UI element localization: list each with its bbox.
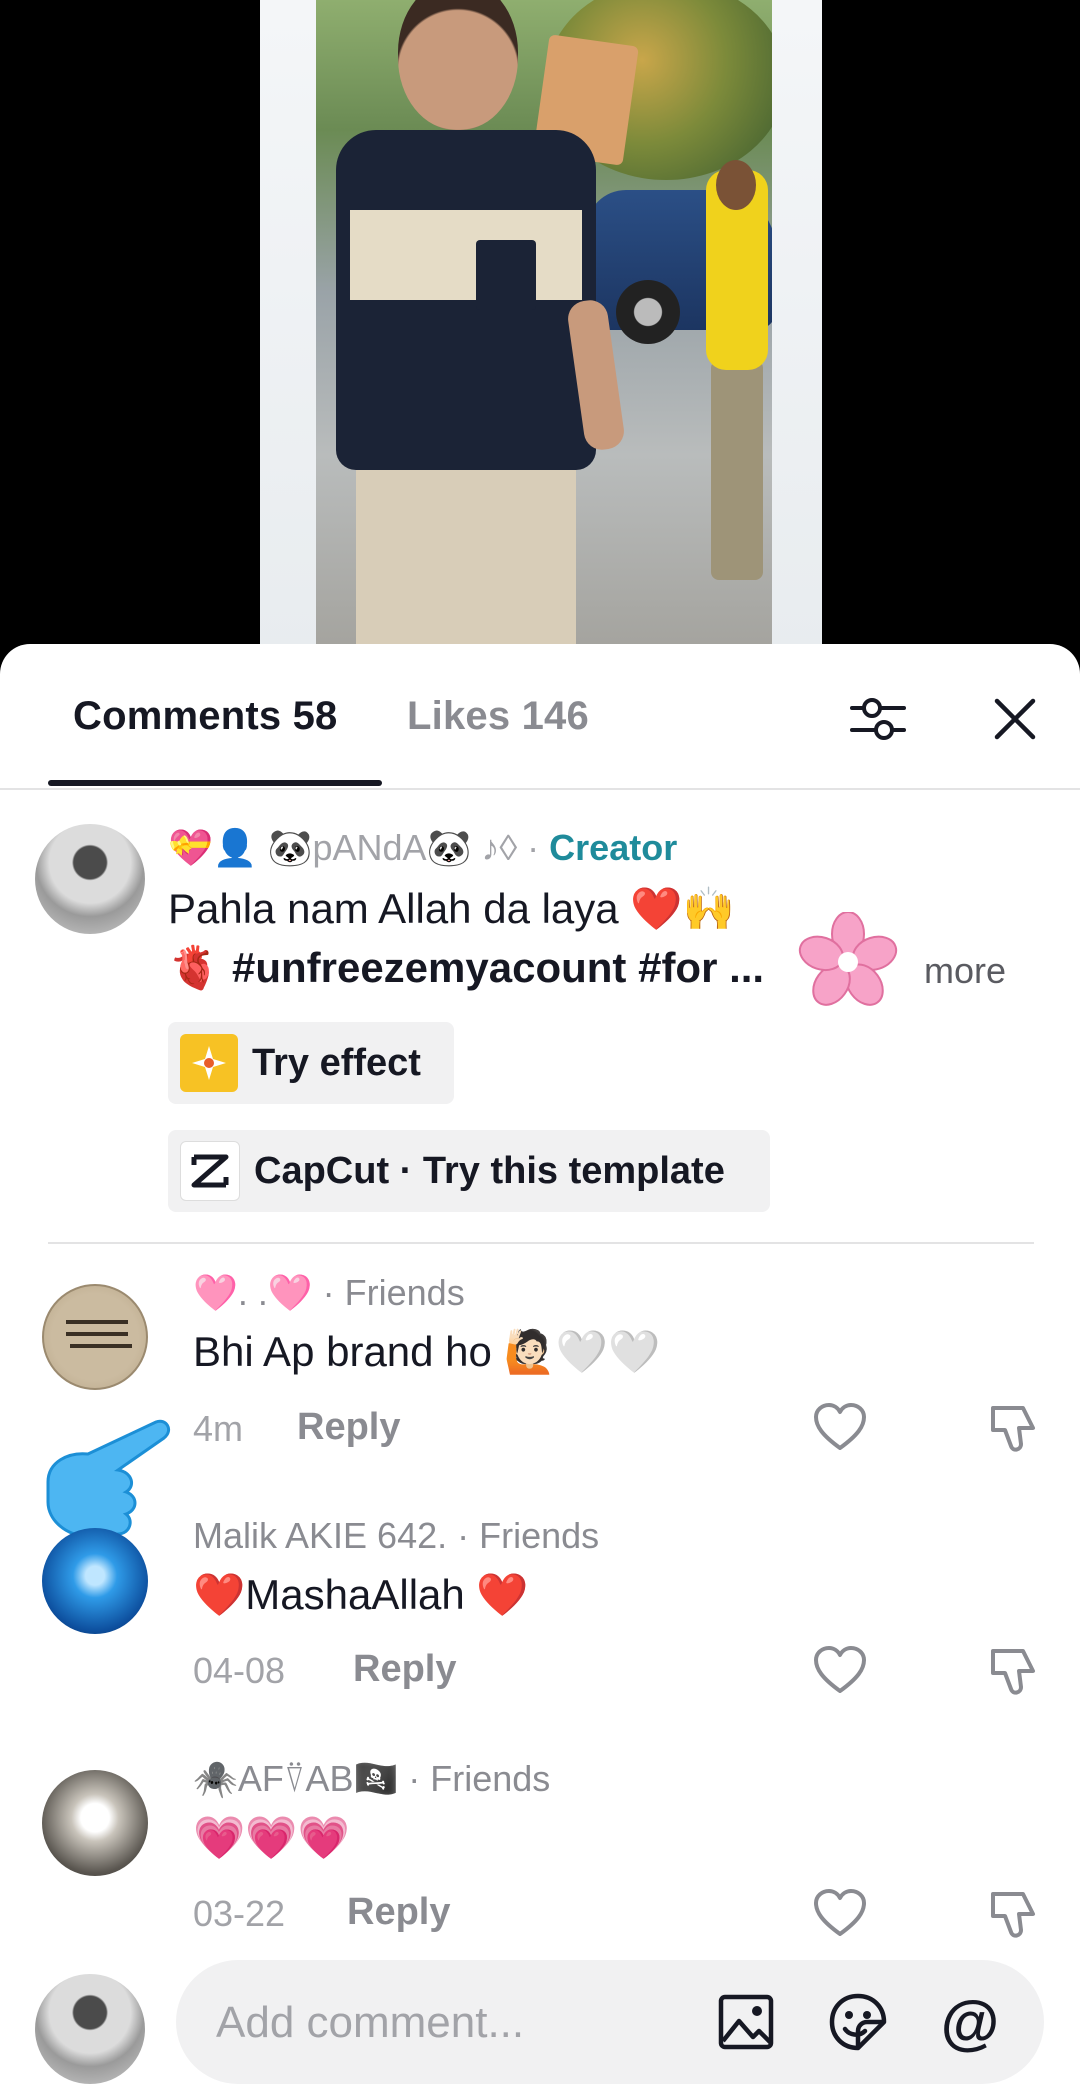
video-player[interactable] <box>0 0 1080 660</box>
tab-likes[interactable]: Likes 146 <box>407 694 589 739</box>
my-avatar <box>35 1974 145 2084</box>
dislike-icon[interactable] <box>985 1886 1041 1942</box>
creator-comment-hashtags[interactable]: 🫀 #unfreezemyacount #for ... <box>168 944 764 993</box>
creator-badge: Creator <box>549 827 678 868</box>
capcut-template-button[interactable]: CapCut · Try this template <box>168 1130 770 1212</box>
tab-comments[interactable]: Comments 58 <box>73 694 338 739</box>
reply-button[interactable]: Reply <box>347 1891 450 1934</box>
creator-comment-line1: Pahla nam Allah da laya ❤️🙌 <box>168 885 735 932</box>
creator-avatar[interactable] <box>35 824 145 934</box>
like-heart-icon[interactable] <box>812 1643 868 1699</box>
creator-divider <box>48 1242 1034 1244</box>
capcut-template-label: CapCut · Try this template <box>254 1149 725 1192</box>
comment-text: Bhi Ap brand ho 🙋🏻🤍🤍 <box>193 1328 661 1375</box>
comment-time: 04-08 <box>193 1650 286 1691</box>
comment-text: 💗💗💗 <box>193 1814 350 1861</box>
commenter-avatar[interactable] <box>42 1770 148 1876</box>
comment-username[interactable]: 🩷. .🩷 · Friends <box>193 1272 465 1314</box>
comment-time: 03-22 <box>193 1893 286 1934</box>
effect-sparkle-icon <box>180 1034 238 1092</box>
try-effect-label: Try effect <box>252 1041 421 1084</box>
comment-input-bar[interactable]: Add comment... @ <box>176 1960 1044 2084</box>
flower-sticker-icon <box>798 912 898 1006</box>
video-thumbnail <box>316 0 772 650</box>
image-icon[interactable] <box>714 1990 778 2054</box>
like-heart-icon[interactable] <box>812 1886 868 1942</box>
dislike-icon[interactable] <box>985 1400 1041 1456</box>
reply-button[interactable]: Reply <box>353 1648 456 1691</box>
commenter-avatar[interactable] <box>42 1528 148 1634</box>
reply-button[interactable]: Reply <box>297 1406 400 1449</box>
comment-input[interactable]: Add comment... <box>216 1998 524 2048</box>
emoji-sticker-icon[interactable] <box>826 1990 890 2054</box>
try-effect-button[interactable]: Try effect <box>168 1022 454 1104</box>
dislike-icon[interactable] <box>985 1643 1041 1699</box>
comment-text: ❤️MashaAllah ❤️ <box>193 1571 529 1618</box>
close-icon[interactable] <box>980 684 1050 754</box>
more-link[interactable]: more <box>924 950 1006 992</box>
comment-username[interactable]: 🕷️AF⍢AB🏴‍☠️ · Friends <box>193 1758 550 1801</box>
comment-time: 4m <box>193 1408 244 1449</box>
filter-icon[interactable] <box>843 684 913 754</box>
capcut-logo-icon <box>180 1141 240 1201</box>
sheet-header: Comments 58 Likes 146 <box>0 644 1080 790</box>
creator-username-text: 💝👤 🐼pANdA🐼 ♪◊ · <box>168 827 540 868</box>
creator-username[interactable]: 💝👤 🐼pANdA🐼 ♪◊ · Creator <box>168 827 677 869</box>
active-tab-indicator <box>48 780 382 786</box>
commenter-avatar[interactable] <box>42 1284 148 1390</box>
like-heart-icon[interactable] <box>812 1400 868 1456</box>
video-frame <box>260 0 822 660</box>
mention-at-icon[interactable]: @ <box>938 1989 1002 2056</box>
comment-username[interactable]: Malik AKIE 642. · Friends <box>193 1515 599 1557</box>
